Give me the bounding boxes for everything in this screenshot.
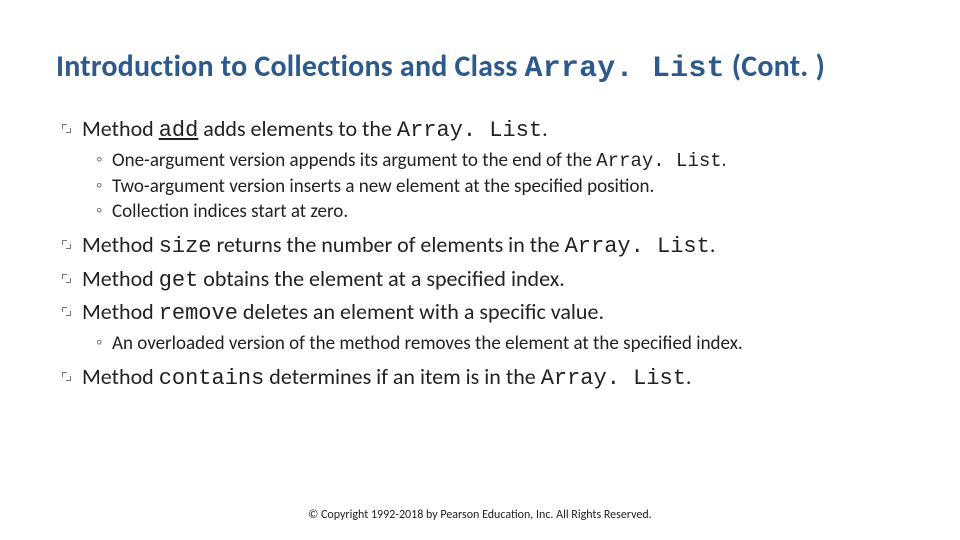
sub-bullet-list: An overloaded version of the method remo…	[82, 331, 904, 356]
sub-bullet: An overloaded version of the method remo…	[96, 331, 904, 356]
bullet-contains: Method contains determines if an item is…	[60, 362, 904, 394]
title-prefix: Introduction to Collections and Class	[56, 48, 525, 85]
method-add-code: add	[159, 118, 199, 143]
text: obtains the element at a specified index…	[198, 265, 565, 292]
text: returns the number of elements in the	[212, 231, 565, 258]
text: deletes an element with a specific value…	[238, 298, 604, 325]
bullet-size: Method size returns the number of elemen…	[60, 230, 904, 262]
bullet-list: Method add adds elements to the Array. L…	[56, 114, 904, 394]
bullet-remove: Method remove deletes an element with a …	[60, 297, 904, 356]
text: Collection indices start at zero.	[112, 200, 348, 223]
text: .	[686, 363, 692, 390]
text: .	[542, 115, 548, 142]
text: One-argument version appends its argumen…	[112, 149, 596, 172]
text: Two-argument version inserts a new eleme…	[112, 175, 654, 198]
sub-bullet: Collection indices start at zero.	[96, 199, 904, 224]
text: Method	[82, 231, 159, 258]
class-arraylist-code: Array. List	[397, 118, 542, 143]
method-contains-code: contains	[159, 366, 265, 391]
method-size-code: size	[159, 234, 212, 259]
method-get-code: get	[159, 268, 199, 293]
text: determines if an item is in the	[264, 363, 540, 390]
text: adds elements to the	[198, 115, 397, 142]
text: Method	[82, 298, 159, 325]
class-arraylist-code: Array. List	[596, 150, 721, 172]
text: .	[722, 149, 727, 172]
slide-title: Introduction to Collections and Class Ar…	[56, 48, 904, 86]
title-suffix: (Cont. )	[725, 48, 825, 85]
text: .	[710, 231, 716, 258]
bullet-get: Method get obtains the element at a spec…	[60, 264, 904, 296]
method-remove-code: remove	[159, 301, 238, 326]
text: Method	[82, 265, 159, 292]
text: An overloaded version of the method remo…	[112, 332, 743, 355]
text: Method	[82, 363, 159, 390]
copyright-footer: © Copyright 1992-2018 by Pearson Educati…	[0, 508, 960, 522]
class-arraylist-code: Array. List	[565, 234, 710, 259]
bullet-add: Method add adds elements to the Array. L…	[60, 114, 904, 224]
sub-bullet-list: One-argument version appends its argumen…	[82, 148, 904, 224]
sub-bullet: One-argument version appends its argumen…	[96, 148, 904, 174]
text: Method	[82, 115, 159, 142]
slide: Introduction to Collections and Class Ar…	[0, 0, 960, 540]
class-arraylist-code: Array. List	[541, 366, 686, 391]
sub-bullet: Two-argument version inserts a new eleme…	[96, 174, 904, 199]
title-class-code: Array. List	[525, 52, 725, 86]
